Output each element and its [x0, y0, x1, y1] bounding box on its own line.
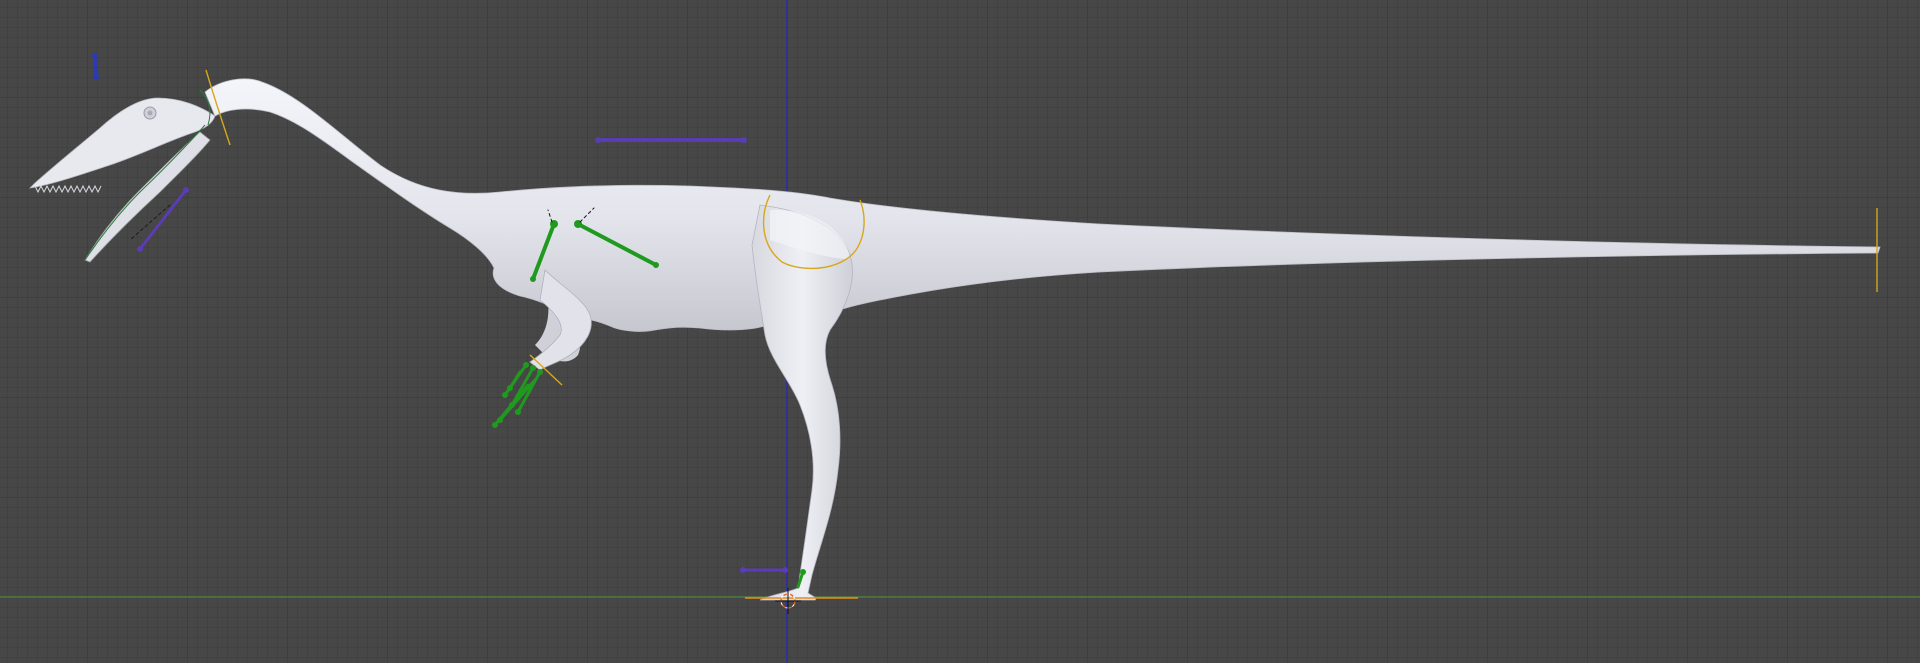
finger-joint-2[interactable]	[530, 365, 536, 371]
spine-control-bone-head[interactable]	[595, 137, 601, 143]
head-ik-bone-tail[interactable]	[93, 74, 99, 80]
foot-ik-bone-head[interactable]	[740, 567, 746, 573]
eye-pupil	[147, 110, 153, 116]
3d-viewport[interactable]	[0, 0, 1920, 663]
finger-joint-5[interactable]	[509, 402, 515, 408]
toe-bone-head[interactable]	[800, 569, 806, 575]
foot-ik-bone-tail[interactable]	[782, 567, 788, 573]
viewport-scene[interactable]	[0, 0, 1920, 663]
finger-joint-1[interactable]	[523, 362, 529, 368]
finger-joint-7[interactable]	[497, 417, 503, 423]
hand-finger-bones[interactable]	[493, 363, 542, 427]
finger-joint-9[interactable]	[507, 385, 513, 391]
teeth-row	[34, 184, 102, 194]
finger-joint-6[interactable]	[515, 409, 521, 415]
finger-joint-3[interactable]	[537, 369, 543, 375]
shoulder-bone-right-tail[interactable]	[653, 262, 659, 268]
shoulder-bone-left-tail[interactable]	[530, 276, 536, 282]
dinosaur-body-mesh[interactable]	[204, 78, 1881, 332]
jaw-bone-head[interactable]	[183, 187, 189, 193]
dinosaur-head-mesh[interactable]	[28, 97, 216, 189]
spine-control-bone-tail[interactable]	[741, 137, 747, 143]
head-ik-bone[interactable]	[93, 54, 98, 79]
finger-joint-4[interactable]	[502, 392, 508, 398]
head-ik-bone-head[interactable]	[92, 53, 98, 59]
shoulder-bone-left-head[interactable]	[550, 220, 558, 228]
finger-joint-8[interactable]	[492, 422, 498, 428]
jaw-bone-tail[interactable]	[137, 246, 143, 252]
